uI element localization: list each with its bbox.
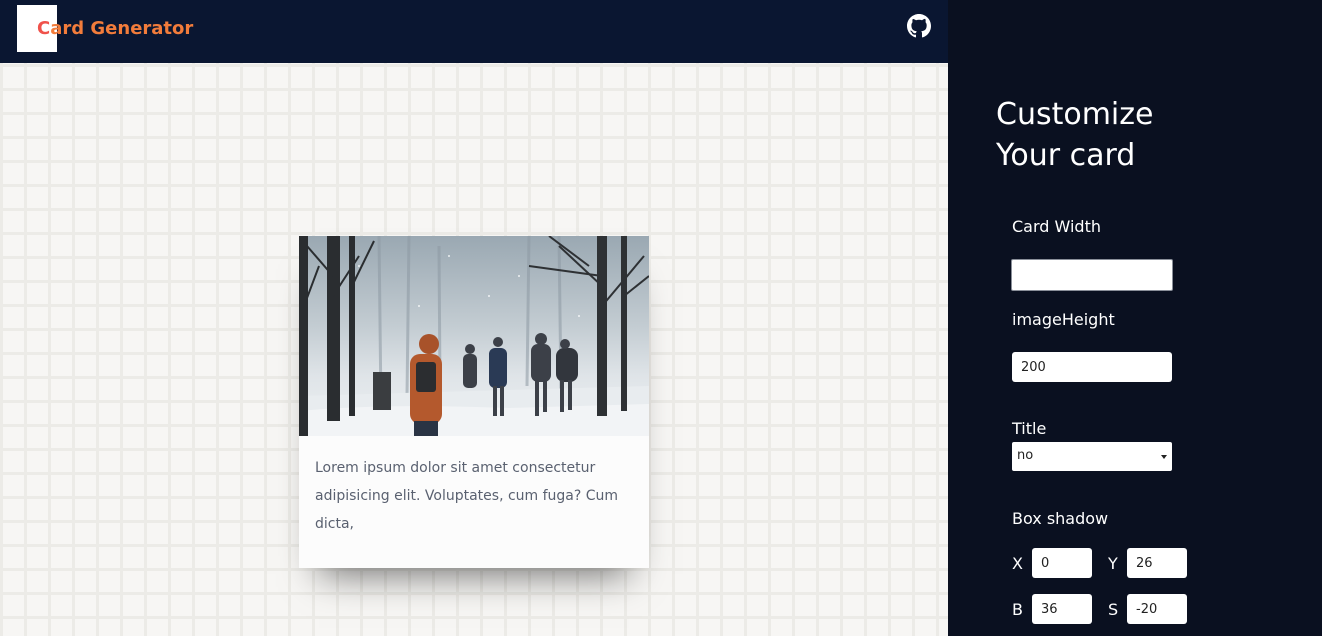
customize-panel: Customize Your card Card Width imageHeig… <box>948 0 1322 636</box>
shadow-blur-label: B <box>1012 600 1023 619</box>
shadow-y-label: Y <box>1108 554 1118 573</box>
panel-title: Customize Your card <box>996 94 1296 176</box>
image-height-label: imageHeight <box>1012 310 1115 329</box>
preview-area: Card Generator Lorem ipsum dolor sit ame… <box>0 0 948 636</box>
chevron-down-icon <box>1161 455 1167 459</box>
snowy-park-photo <box>299 236 649 436</box>
title-select-value: no <box>1017 448 1034 463</box>
panel-title-line2: Your card <box>996 138 1136 173</box>
shadow-blur-input[interactable] <box>1032 594 1092 624</box>
shadow-spread-input[interactable] <box>1127 594 1187 624</box>
panel-title-line1: Customize <box>996 97 1154 132</box>
brand-title[interactable]: Card Generator <box>37 18 193 39</box>
brand-title-initial: C <box>37 18 51 39</box>
app-root: Card Generator Lorem ipsum dolor sit ame… <box>0 0 1322 636</box>
card-width-label: Card Width <box>1012 217 1101 236</box>
shadow-y-input[interactable] <box>1127 548 1187 578</box>
navbar: Card Generator <box>0 0 948 63</box>
brand-title-rest: ard Generator <box>50 18 194 39</box>
shadow-spread-label: S <box>1108 600 1119 619</box>
image-height-input[interactable] <box>1012 352 1172 382</box>
card-preview: Lorem ipsum dolor sit amet consectetur a… <box>299 236 649 568</box>
card-body-text: Lorem ipsum dolor sit amet consectetur a… <box>315 460 619 532</box>
github-icon[interactable] <box>907 14 931 38</box>
title-label: Title <box>1012 419 1047 438</box>
title-select[interactable]: no <box>1012 442 1172 471</box>
card-width-input[interactable] <box>1011 259 1173 291</box>
box-shadow-label: Box shadow <box>1012 509 1109 528</box>
shadow-x-label: X <box>1012 554 1023 573</box>
card-image <box>299 236 649 436</box>
shadow-x-input[interactable] <box>1032 548 1092 578</box>
